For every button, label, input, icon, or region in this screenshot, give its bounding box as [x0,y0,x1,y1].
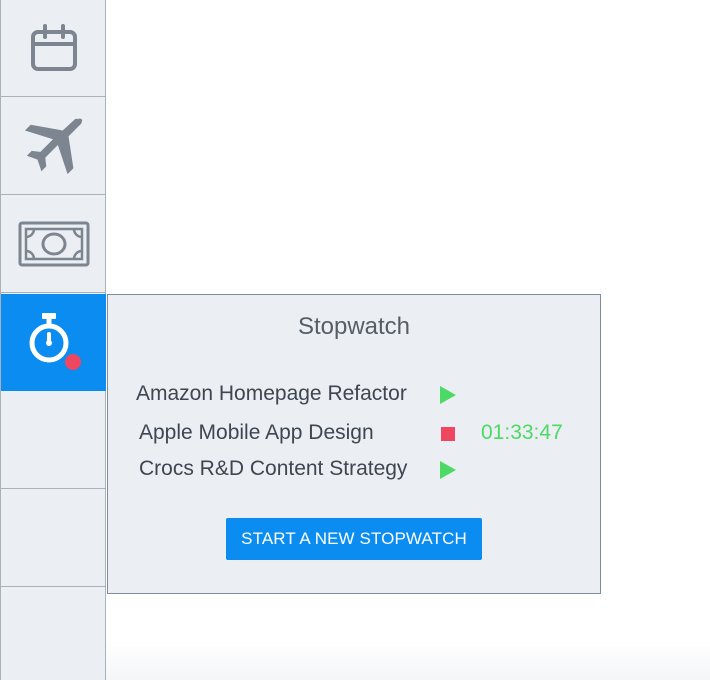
sidebar-item-empty [1,490,106,587]
entry-name: Amazon Homepage Refactor [136,382,407,405]
stopwatch-entry: Apple Mobile App Design 01:33:47 [108,419,600,447]
sidebar-item-expenses[interactable] [1,196,106,293]
entry-name: Apple Mobile App Design [139,421,374,444]
stop-icon[interactable] [441,427,455,441]
sidebar-item-travel[interactable] [1,98,106,195]
panel-title: Stopwatch [297,313,411,340]
sidebar-item-calendar[interactable] [1,0,106,97]
elapsed-time: 01:33:47 [481,421,563,444]
sidebar-item-empty [1,588,106,680]
stopwatch-icon-wrap [27,313,81,371]
sidebar-item-empty [1,392,106,489]
play-icon[interactable] [440,386,456,404]
start-new-stopwatch-button[interactable]: START A NEW STOPWATCH [226,518,482,560]
sidebar [0,0,106,680]
sidebar-item-stopwatch[interactable] [1,294,106,391]
stopwatch-entry: Crocs R&D Content Strategy [108,455,600,483]
calendar-icon [30,24,77,71]
airplane-icon [24,118,82,175]
stopwatch-icon [29,313,68,363]
stopwatch-entry: Amazon Homepage Refactor [108,380,600,408]
notification-badge [64,354,81,370]
play-icon[interactable] [440,461,456,479]
entry-name: Crocs R&D Content Strategy [139,457,408,480]
stopwatch-panel: Stopwatch Amazon Homepage Refactor Apple… [107,294,601,594]
money-icon [18,221,89,267]
